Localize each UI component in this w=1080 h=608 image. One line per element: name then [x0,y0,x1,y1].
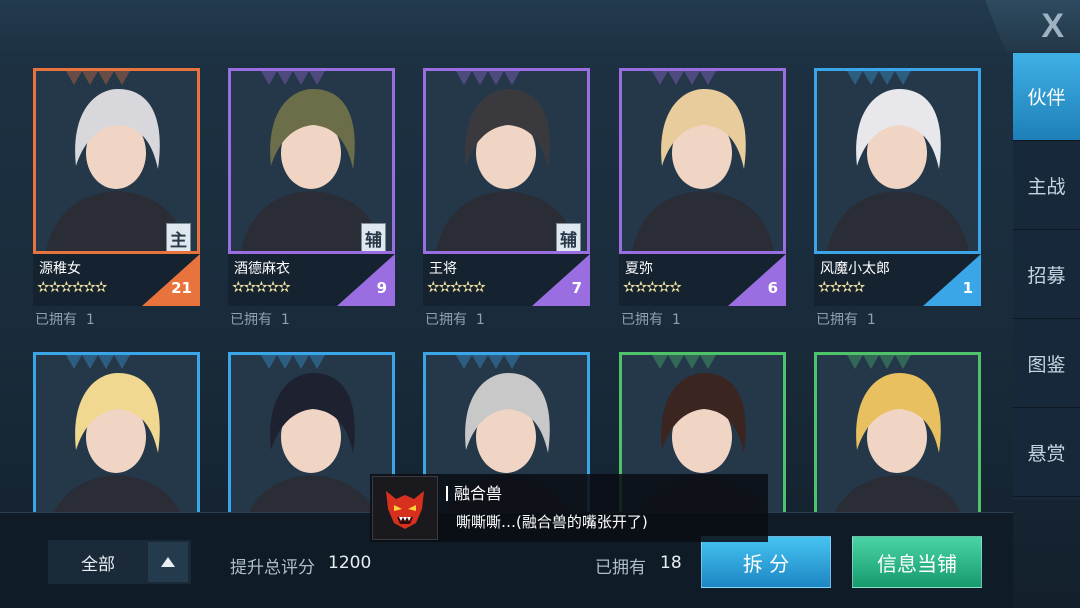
owned-total-label: 已拥有 [595,558,646,578]
card-frame [33,352,200,538]
speaker-name: 融合兽 [446,480,502,504]
character-card[interactable]: 夏弥 ✫✫✫✫✫ 6 已拥有 1 [619,68,786,328]
role-badge: 主 [166,223,191,251]
tab-label: 图鉴 [1027,354,1066,376]
character-card[interactable]: 辅酒德麻衣 ✫✫✫✫✫ 9 已拥有 1 [228,68,395,328]
score-value: 1200 [328,553,372,573]
beast-face-icon [386,491,424,529]
card-frame [814,352,981,538]
filter-dropdown[interactable]: 全部 [48,540,191,584]
character-name: 风魔小太郎 [820,261,890,277]
triangle-up-icon[interactable] [148,542,188,582]
tab-label: 主战 [1027,176,1066,198]
card-frame: 辅 [423,68,590,254]
pawn-shop-button[interactable]: 信息当铺 [852,536,982,588]
tab-partners[interactable]: 伙伴 [1013,53,1080,141]
card-info-bar: 源稚女 ✫✫✫✫✫✫ 21 [33,254,200,306]
split-label: 拆 分 [742,551,790,576]
star-rating: ✫✫✫✫✫ [623,278,682,296]
character-card[interactable]: 主源稚女 ✫✫✫✫✫✫ 21 已拥有 1 [33,68,200,328]
owned-total-value: 18 [660,553,682,573]
speaker-avatar [372,476,438,540]
character-level: 21 [171,279,192,297]
character-name: 夏弥 [625,261,653,277]
owned-count: 已拥有 1 [425,312,485,328]
character-portrait [241,355,383,535]
character-card[interactable]: 辅王将 ✫✫✫✫✫ 7 已拥有 1 [423,68,590,328]
owned-count: 已拥有 1 [621,312,681,328]
role-badge: 辅 [556,223,581,251]
card-frame [814,68,981,254]
character-card[interactable]: 风魔小太郎 ✫✫✫✫ 1 已拥有 1 [814,68,981,328]
close-icon: X [1041,6,1064,45]
card-frame [619,68,786,254]
character-portrait [632,71,774,251]
star-rating: ✫✫✫✫ [818,278,865,296]
character-level: 9 [376,279,387,297]
pawn-label: 信息当铺 [877,551,957,576]
top-band [0,0,1015,55]
character-level: 1 [962,279,973,297]
owned-count: 已拥有 1 [35,312,95,328]
dialog-text: 嘶嘶嘶…(融合兽的嘴张开了) [456,513,648,531]
character-portrait [827,355,969,535]
score-label: 提升总评分 [230,558,315,578]
tab-label: 悬赏 [1027,443,1066,465]
card-frame: 辅 [228,68,395,254]
role-badge: 辅 [361,223,386,251]
card-info-bar: 酒德麻衣 ✫✫✫✫✫ 9 [228,254,395,306]
card-info-bar: 王将 ✫✫✫✫✫ 7 [423,254,590,306]
tab-codex[interactable]: 图鉴 [1013,320,1080,408]
split-button[interactable]: 拆 分 [701,536,831,588]
filter-label: 全部 [81,554,115,575]
star-rating: ✫✫✫✫✫✫ [37,278,107,296]
card-frame: 主 [33,68,200,254]
card-info-bar: 夏弥 ✫✫✫✫✫ 6 [619,254,786,306]
character-card[interactable] [33,352,200,538]
owned-count: 已拥有 1 [230,312,290,328]
star-rating: ✫✫✫✫✫ [232,278,291,296]
dialog-box: 融合兽 嘶嘶嘶…(融合兽的嘴张开了) [370,474,768,542]
card-info-bar: 风魔小太郎 ✫✫✫✫ 1 [814,254,981,306]
character-portrait [46,355,188,535]
character-level: 6 [767,279,778,297]
star-rating: ✫✫✫✫✫ [427,278,486,296]
sidebar: 伙伴 主战 招募 图鉴 悬赏 [1013,53,1080,500]
character-card[interactable] [814,352,981,538]
tab-label: 伙伴 [1027,87,1066,109]
character-portrait [827,71,969,251]
tab-recruit[interactable]: 招募 [1013,231,1080,319]
tab-main-battle[interactable]: 主战 [1013,142,1080,230]
character-name: 源稚女 [39,261,81,277]
character-level: 7 [571,279,582,297]
tab-label: 招募 [1027,265,1066,287]
owned-count: 已拥有 1 [816,312,876,328]
character-name: 酒德麻衣 [234,261,290,277]
tab-bounty[interactable]: 悬赏 [1013,409,1080,497]
character-name: 王将 [429,261,457,277]
